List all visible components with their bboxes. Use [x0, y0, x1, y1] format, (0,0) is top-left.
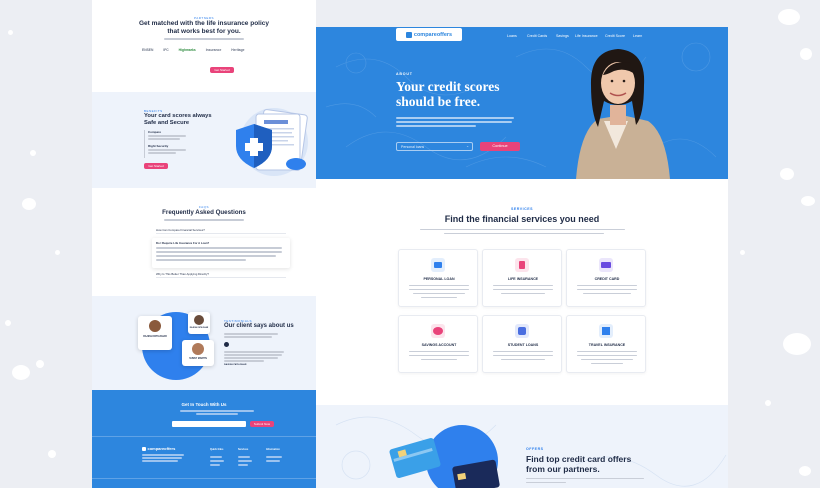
- service-card-credit-card[interactable]: CREDIT CARD: [566, 249, 646, 307]
- insurance-get-started-button[interactable]: Get Started: [210, 67, 234, 73]
- footer-col-title: Services: [238, 448, 249, 451]
- piggy-bank-icon: [431, 324, 445, 338]
- safe-secure-section: BENEFITS Your card scores always Safe an…: [92, 92, 316, 188]
- bg-dot: [5, 320, 11, 326]
- chevron-down-icon: ⌄: [466, 144, 469, 148]
- partner-logo: IFC: [163, 48, 169, 52]
- contact-footer-section: Get In Touch With Us Submit Now compareo…: [92, 390, 316, 488]
- bg-dot: [765, 400, 771, 406]
- continue-button[interactable]: Continue: [480, 142, 520, 151]
- contact-email-input[interactable]: [172, 421, 246, 427]
- footer-col-title: Information: [266, 448, 280, 451]
- insurance-title: Get matched with the life insurance poli…: [138, 20, 270, 35]
- nav-link-credit-score[interactable]: Credit Score: [605, 34, 625, 38]
- hero-woman-photo: [576, 49, 670, 179]
- nav-link-life-insurance[interactable]: Life Insurance: [575, 34, 598, 38]
- partner-logo: Insurance: [205, 48, 222, 52]
- bg-dot: [801, 196, 815, 206]
- bg-dot: [12, 365, 30, 380]
- testimonials-title: Our client says about us: [224, 323, 294, 329]
- partner-logo: Heritage: [231, 48, 245, 52]
- service-card-savings-account[interactable]: SAVINGS ACCOUNT: [398, 315, 478, 373]
- right-page-mockup: compareoffers Loans Credit Cards Savings…: [316, 27, 728, 488]
- service-card-student-loans[interactable]: STUDENT LOANS: [482, 315, 562, 373]
- services-eyebrow: SERVICES: [510, 207, 534, 211]
- building-icon: [599, 324, 613, 338]
- faq-item[interactable]: How Can Compare Financial Services?: [156, 228, 286, 234]
- faq-item-expanded[interactable]: Do I Require Life Insurance For A Loan?: [152, 238, 290, 268]
- nav-link-credit-cards[interactable]: Credit Cards: [527, 34, 547, 38]
- offers-section: OFFERS Find top credit card offers from …: [316, 405, 728, 488]
- service-card-travel-insurance[interactable]: TRAVEL INSURANCE: [566, 315, 646, 373]
- bg-dot: [48, 450, 56, 458]
- nav-link-learn[interactable]: Learn: [633, 34, 642, 38]
- brand-logo-icon: [142, 446, 146, 451]
- testimonial-person-card: RAJESH PATIL/DHAR: [138, 316, 172, 350]
- loan-type-select[interactable]: Personal loans ⌄: [396, 142, 473, 151]
- testimonial-person-card: SUNNY MARTIN: [182, 340, 214, 366]
- faq-title: Frequently Asked Questions: [162, 209, 246, 216]
- shield-document-illustration: [236, 108, 308, 176]
- bg-dot: [780, 168, 794, 180]
- faq-item[interactable]: Why Is This Better Than Applying Directl…: [156, 272, 286, 278]
- partner-logo: ENSEN: [142, 48, 154, 52]
- bg-dot: [778, 9, 800, 25]
- offers-title: Find top credit card offers from our par…: [526, 454, 632, 474]
- footer-brand: compareoffers: [142, 446, 175, 451]
- compare-item-title: Compare: [148, 130, 162, 134]
- footer-col-title: Quick links: [210, 448, 224, 451]
- bg-dot: [783, 333, 811, 355]
- bg-dot: [799, 466, 811, 476]
- left-page-mockup: PARTNERS Get matched with the life insur…: [92, 0, 316, 488]
- contact-title: Get In Touch With Us: [181, 402, 227, 407]
- insurance-section: PARTNERS Get matched with the life insur…: [92, 0, 316, 92]
- hero-title: Your credit scores should be free.: [396, 79, 500, 109]
- testimonials-section: RAJESH PATIL/DHAR RAJESH PATIL/DHAR SUNN…: [92, 296, 316, 390]
- faq-section: FAQS Frequently Asked Questions How Can …: [92, 188, 316, 296]
- bg-dot: [800, 48, 812, 60]
- offers-wave-pattern: [335, 416, 727, 487]
- offers-eyebrow: OFFERS: [526, 447, 544, 451]
- bg-dot: [22, 198, 36, 210]
- brand-logo-icon: [405, 31, 412, 38]
- cards-title: Your card scores always Safe and Secure: [144, 113, 212, 126]
- wallet-icon: [431, 258, 445, 272]
- bg-dot: [30, 150, 36, 156]
- services-title: Find the financial services you need: [444, 214, 600, 224]
- bg-dot: [55, 250, 60, 255]
- credit-cards-illustration: [389, 425, 500, 488]
- testimonial-author: RAJESH PATIL/DHAR: [224, 364, 247, 366]
- service-card-personal-loan[interactable]: PERSONAL LOAN: [398, 249, 478, 307]
- testimonial-person-card: RAJESH PATIL/DHAR: [188, 312, 210, 334]
- bg-dot: [740, 250, 745, 255]
- nav-link-loans[interactable]: Loans: [507, 34, 517, 38]
- security-item-title: Right Security: [148, 144, 169, 148]
- service-card-life-insurance[interactable]: LIFE INSURANCE: [482, 249, 562, 307]
- nav-brand[interactable]: compareoffers: [396, 28, 462, 41]
- services-section: SERVICES Find the financial services you…: [316, 179, 728, 405]
- submit-now-button[interactable]: Submit Now: [250, 421, 274, 427]
- partner-logos: ENSEN IFC Highmarks Insurance Heritage: [142, 48, 316, 52]
- students-icon: [515, 324, 529, 338]
- cards-get-started-button[interactable]: Get Started: [144, 163, 168, 169]
- partner-logo: Highmarks: [178, 48, 196, 52]
- bg-dot: [36, 360, 44, 368]
- hero-eyebrow: ABOUT: [396, 72, 413, 76]
- nav-link-savings[interactable]: Savings: [556, 34, 569, 38]
- bg-dot: [8, 30, 13, 35]
- credit-card-icon: [599, 258, 613, 272]
- document-icon: [515, 258, 529, 272]
- hero-section: compareoffers Loans Credit Cards Savings…: [316, 27, 728, 179]
